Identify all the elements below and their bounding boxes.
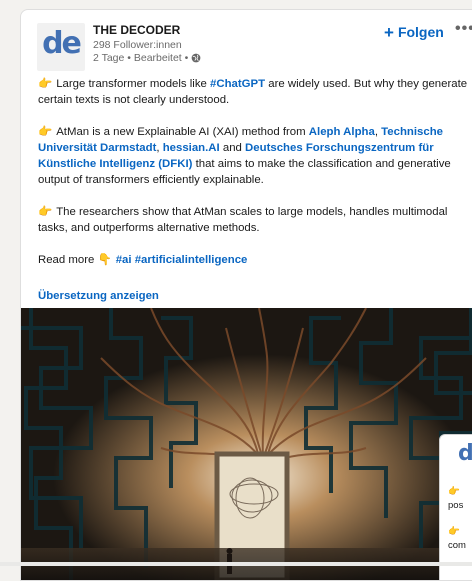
- mention-link[interactable]: Aleph Alpha: [309, 126, 375, 138]
- post-text: and: [219, 142, 246, 154]
- inset-line-4: com: [448, 540, 466, 551]
- mention-link[interactable]: #ChatGPT: [210, 78, 265, 90]
- read-more-line: Read more 👇 #ai #artificialintelligence: [38, 252, 472, 268]
- inset-line-3: 👉: [448, 525, 464, 538]
- bottom-edge: [0, 562, 472, 566]
- post-paragraph: 👉 The researchers show that AtMan scales …: [38, 204, 472, 236]
- follower-count: 298 Follower:innen: [93, 39, 182, 51]
- follow-label: Folgen: [397, 24, 444, 40]
- hashtag-link[interactable]: #ai: [116, 254, 135, 266]
- pointing-down-icon: 👇: [97, 254, 112, 266]
- company-logo[interactable]: de: [37, 23, 85, 71]
- more-options-icon[interactable]: •••: [455, 20, 472, 38]
- post-paragraph: 👉 Large transformer models like #ChatGPT …: [38, 76, 472, 108]
- post-header: de THE DECODER 298 Follower:innen 2 Tage…: [21, 10, 472, 72]
- feed-post-card: de THE DECODER 298 Follower:innen 2 Tage…: [20, 9, 472, 581]
- pointing-icon: 👉: [448, 526, 460, 537]
- follow-button[interactable]: + Folgen: [384, 21, 444, 43]
- show-translation-link[interactable]: Übersetzung anzeigen: [38, 290, 159, 302]
- post-text: The researchers show that AtMan scales t…: [38, 206, 448, 234]
- inset-line-1: 👉: [448, 485, 464, 498]
- mention-link[interactable]: hessian.AI: [163, 142, 220, 154]
- plus-icon: +: [384, 22, 394, 42]
- post-body: 👉 Large transformer models like #ChatGPT …: [38, 76, 472, 284]
- inset-logo: d: [458, 441, 472, 466]
- author-name[interactable]: THE DECODER: [93, 23, 180, 37]
- pointing-icon: 👉: [38, 78, 53, 90]
- hashtag-link[interactable]: #artificialintelligence: [135, 254, 248, 266]
- inset-line-2: pos: [448, 500, 464, 511]
- pointing-icon: 👉: [38, 206, 53, 218]
- globe-icon: [191, 53, 201, 63]
- post-text: Large transformer models like: [56, 78, 211, 90]
- pointing-icon: 👉: [448, 486, 460, 497]
- post-meta: 2 Tage • Bearbeitet •: [93, 52, 201, 64]
- post-image[interactable]: [21, 308, 472, 580]
- post-text: AtMan is a new Explainable AI (XAI) meth…: [56, 126, 309, 138]
- post-meta-text: 2 Tage • Bearbeitet •: [93, 52, 189, 64]
- second-post-preview[interactable]: d 👉 pos 👉 com: [439, 434, 472, 580]
- pointing-icon: 👉: [38, 126, 53, 138]
- post-paragraph: 👉 AtMan is a new Explainable AI (XAI) met…: [38, 124, 472, 188]
- read-more-label: Read more: [38, 254, 98, 266]
